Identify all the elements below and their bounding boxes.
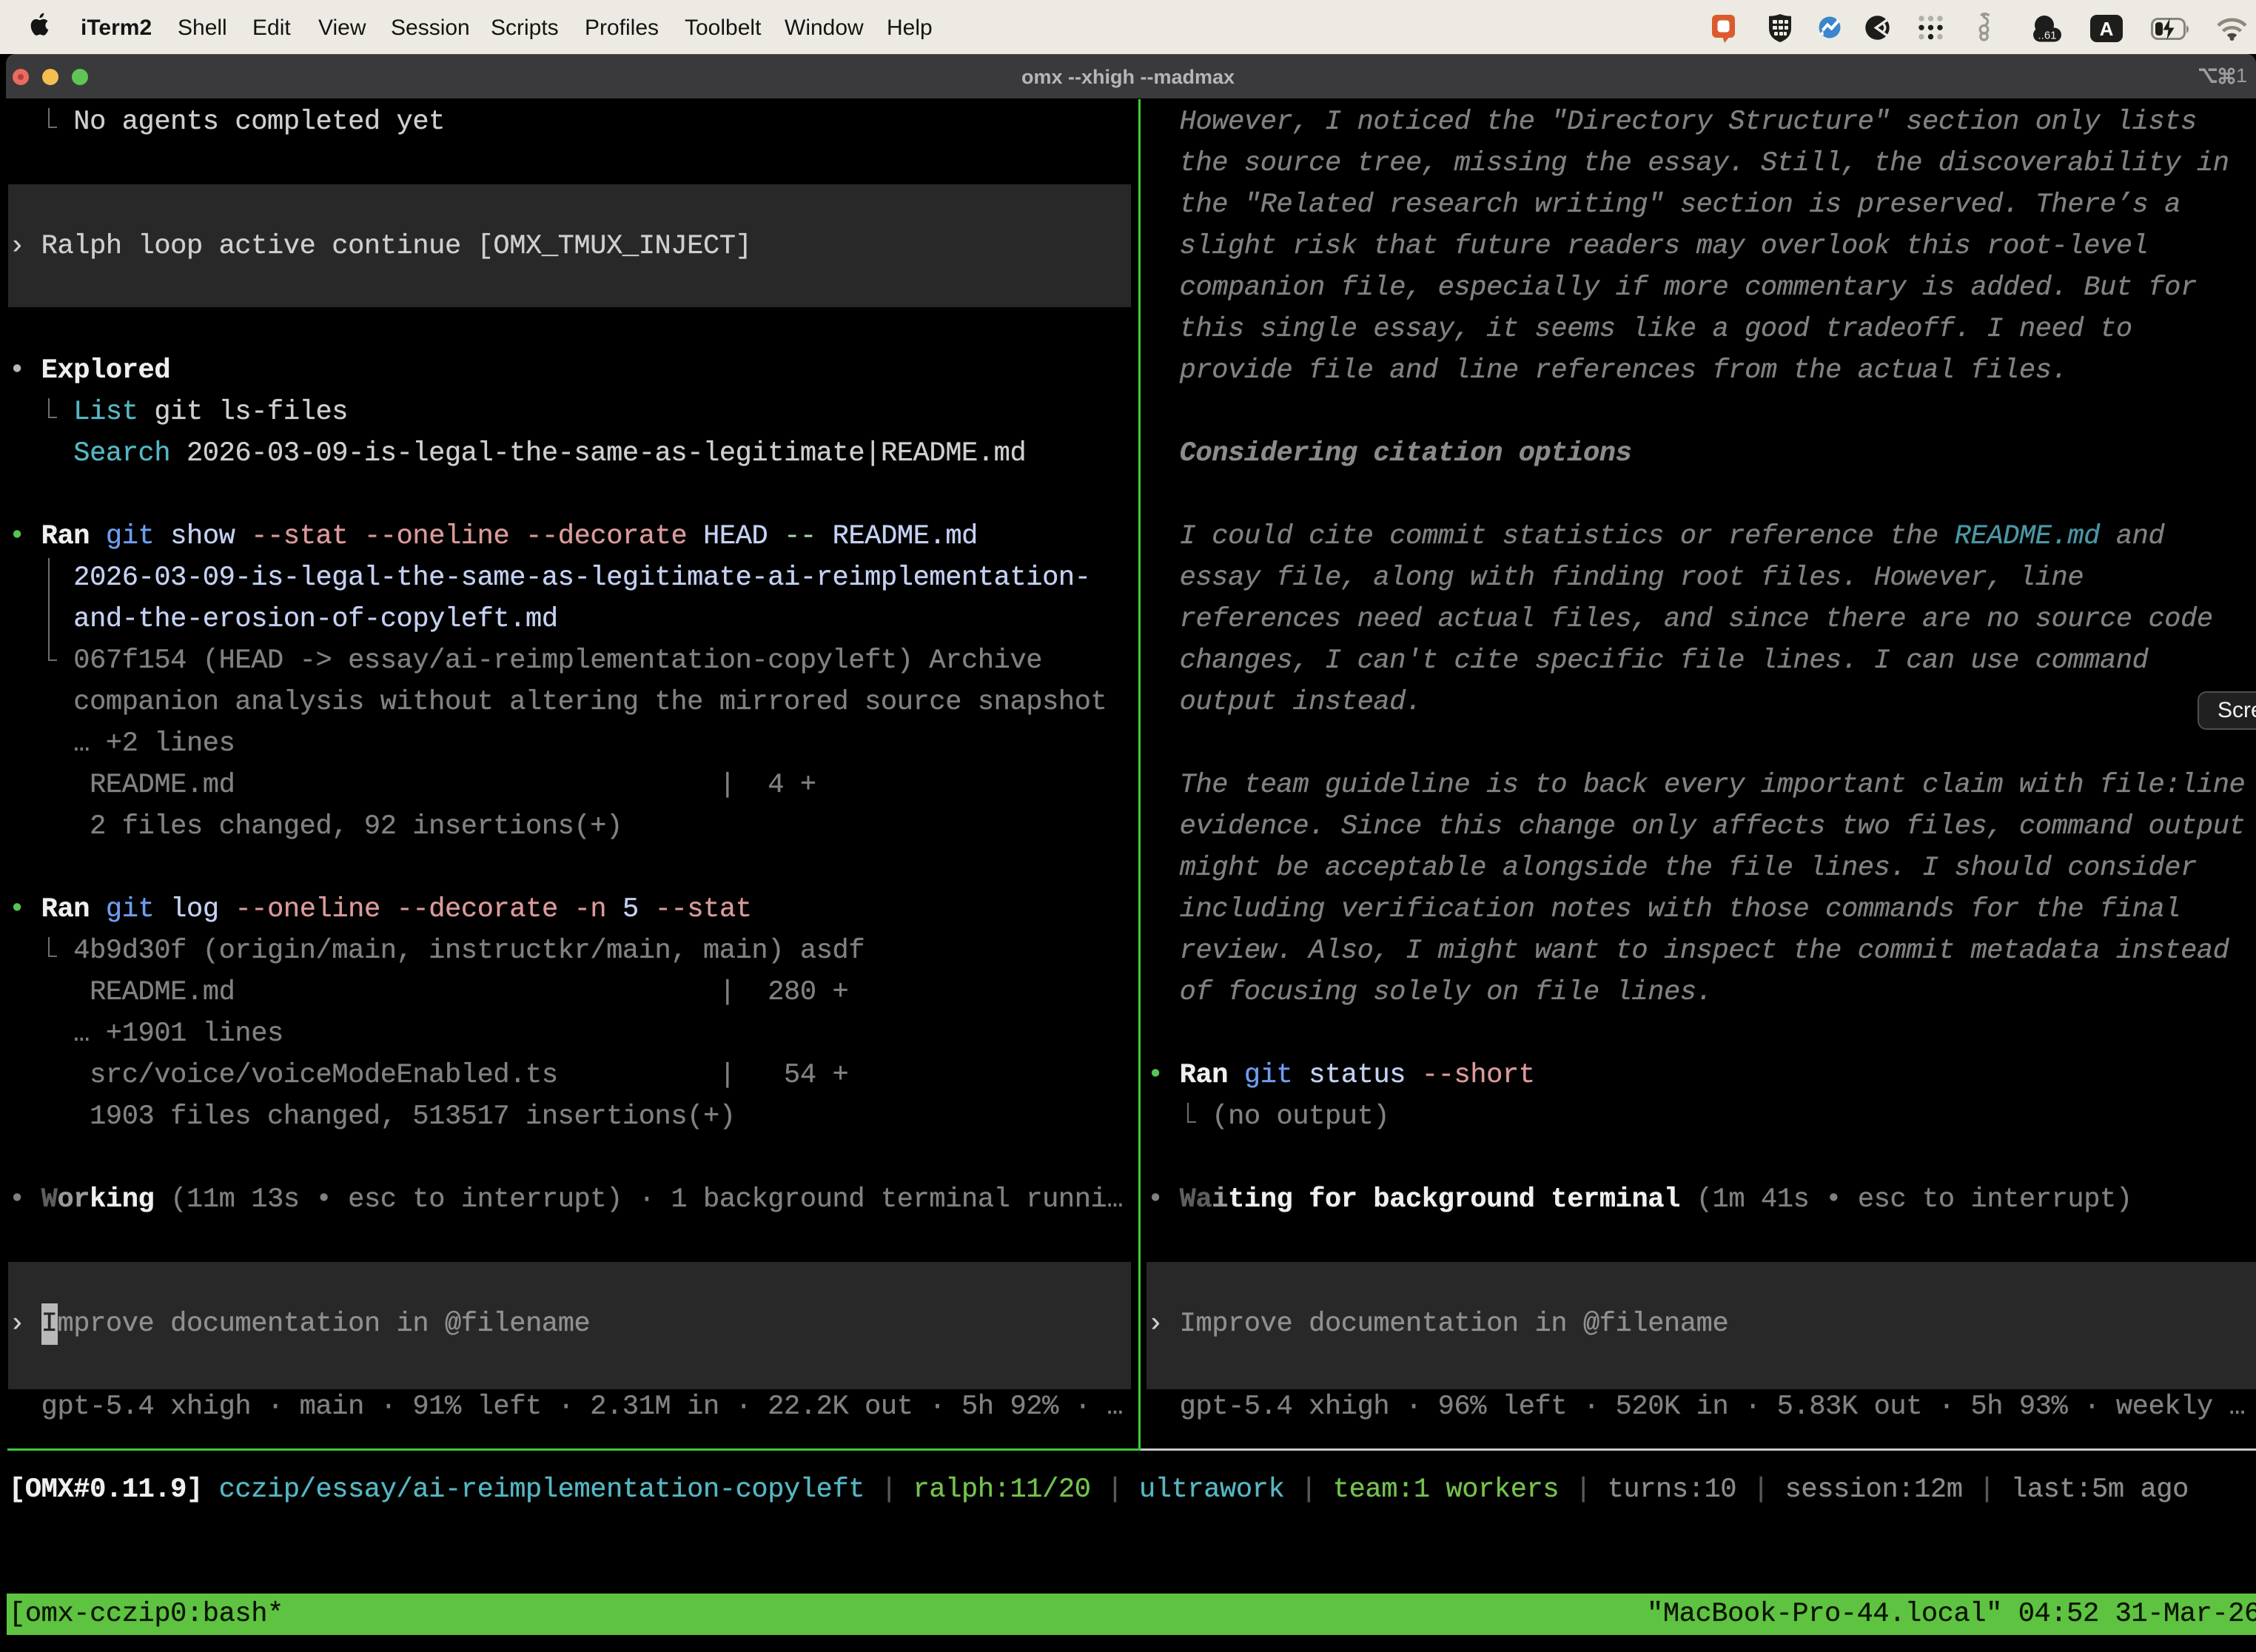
svg-text:1: 1 bbox=[2236, 67, 2247, 84]
svg-text:..61: ..61 bbox=[2038, 30, 2056, 42]
svg-text:A: A bbox=[2100, 18, 2114, 40]
